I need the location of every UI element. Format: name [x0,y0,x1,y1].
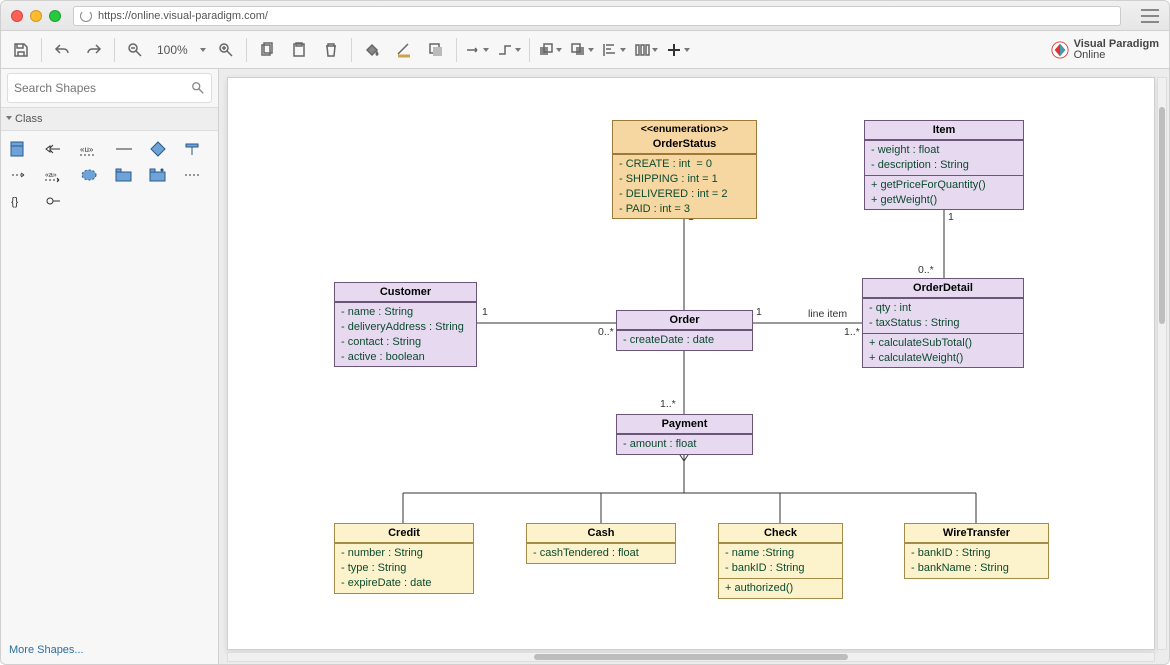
mult-order-left: 0..* [598,326,614,338]
shape-search[interactable] [7,73,212,103]
app-window: https://online.visual-paradigm.com/ 100% [0,0,1170,665]
brand-line1: Visual Paradigm [1074,39,1159,50]
shadow-icon[interactable] [424,38,448,62]
class-orderstatus[interactable]: <<enumeration>> OrderStatus - CREATE : i… [612,120,757,219]
add-icon[interactable] [666,38,690,62]
search-input[interactable] [14,81,191,95]
align-icon[interactable] [602,38,626,62]
zoom-level[interactable]: 100% [155,43,190,57]
brand-line2: Online [1074,50,1159,61]
usage-icon[interactable]: «u» [79,141,99,157]
class-wiretransfer[interactable]: WireTransfer - bankID : String - bankNam… [904,523,1049,579]
window-controls [11,10,61,22]
class-orderdetail[interactable]: OrderDetail - qty : int - taxStatus : St… [862,278,1024,368]
palette-section-class[interactable]: Class [1,107,218,131]
generalization-icon[interactable] [44,141,64,157]
mult-item: 1 [948,211,954,223]
minimize-icon[interactable] [30,10,42,22]
save-icon[interactable] [9,38,33,62]
url-text: https://online.visual-paradigm.com/ [98,10,268,22]
to-front-icon[interactable] [538,38,562,62]
note-icon[interactable] [183,141,203,157]
connector-straight-icon[interactable] [465,38,489,62]
association-dashed-icon[interactable] [183,167,203,183]
brand-logo: Visual Paradigm Online [1051,39,1159,61]
fill-icon[interactable] [360,38,384,62]
model-icon[interactable] [148,167,168,183]
interface-icon[interactable] [148,141,168,157]
vertical-scrollbar[interactable] [1157,77,1167,650]
class-item[interactable]: Item - weight : float - description : St… [864,120,1024,210]
port-icon[interactable] [44,193,64,209]
mult-orderdetail: 1..* [844,326,860,338]
dependency-icon[interactable] [9,167,29,183]
class-customer[interactable]: Customer - name : String - deliveryAddre… [334,282,477,367]
undo-icon[interactable] [50,38,74,62]
sidebar: Class «u» «a» {} More Shapes... [1,69,219,664]
constraint-icon[interactable]: {} [9,193,29,209]
svg-text:«u»: «u» [80,145,94,154]
class-order[interactable]: Order - createDate : date [616,310,753,351]
connector-orthogonal-icon[interactable] [497,38,521,62]
mult-detail-top: 0..* [918,264,934,276]
collaboration-icon[interactable] [79,167,99,183]
to-back-icon[interactable] [570,38,594,62]
distribute-icon[interactable] [634,38,658,62]
redo-icon[interactable] [82,38,106,62]
canvas-area: 1 0..* 1 1 line item 1..* 0..* 1 1..* <<… [219,69,1169,664]
class-cash[interactable]: Cash - cashTendered : float [526,523,676,564]
titlebar: https://online.visual-paradigm.com/ [1,1,1169,31]
association-icon[interactable] [114,141,134,157]
stroke-icon[interactable] [392,38,416,62]
class-credit[interactable]: Credit - number : String - type : String… [334,523,474,594]
svg-text:{}: {} [11,196,19,208]
url-bar[interactable]: https://online.visual-paradigm.com/ [73,6,1121,26]
assoc-lineitem: line item [808,308,847,320]
zoom-in-icon[interactable] [214,38,238,62]
delete-icon[interactable] [319,38,343,62]
package-icon[interactable] [114,167,134,183]
shape-palette: «u» «a» {} [1,131,218,219]
zoom-out-icon[interactable] [123,38,147,62]
more-shapes-link[interactable]: More Shapes... [1,636,218,664]
toolbar: 100% Visual Paradigm Online [1,31,1169,69]
close-icon[interactable] [11,10,23,22]
mult-order-right: 1 [756,306,762,318]
horizontal-scrollbar[interactable] [227,652,1155,662]
mult-customer: 1 [482,306,488,318]
maximize-icon[interactable] [49,10,61,22]
search-icon [191,81,205,95]
mult-payment: 1..* [660,398,676,410]
copy-icon[interactable] [255,38,279,62]
class-payment[interactable]: Payment - amount : float [616,414,753,455]
diagram-canvas[interactable]: 1 0..* 1 1 line item 1..* 0..* 1 1..* <<… [227,77,1155,650]
menu-icon[interactable] [1141,9,1159,23]
abstraction-icon[interactable]: «a» [44,167,64,183]
paste-icon[interactable] [287,38,311,62]
svg-text:«a»: «a» [45,172,57,179]
reload-icon[interactable] [80,10,92,22]
class-check[interactable]: Check - name :String - bankID : String +… [718,523,843,599]
class-shape-icon[interactable] [9,141,29,157]
